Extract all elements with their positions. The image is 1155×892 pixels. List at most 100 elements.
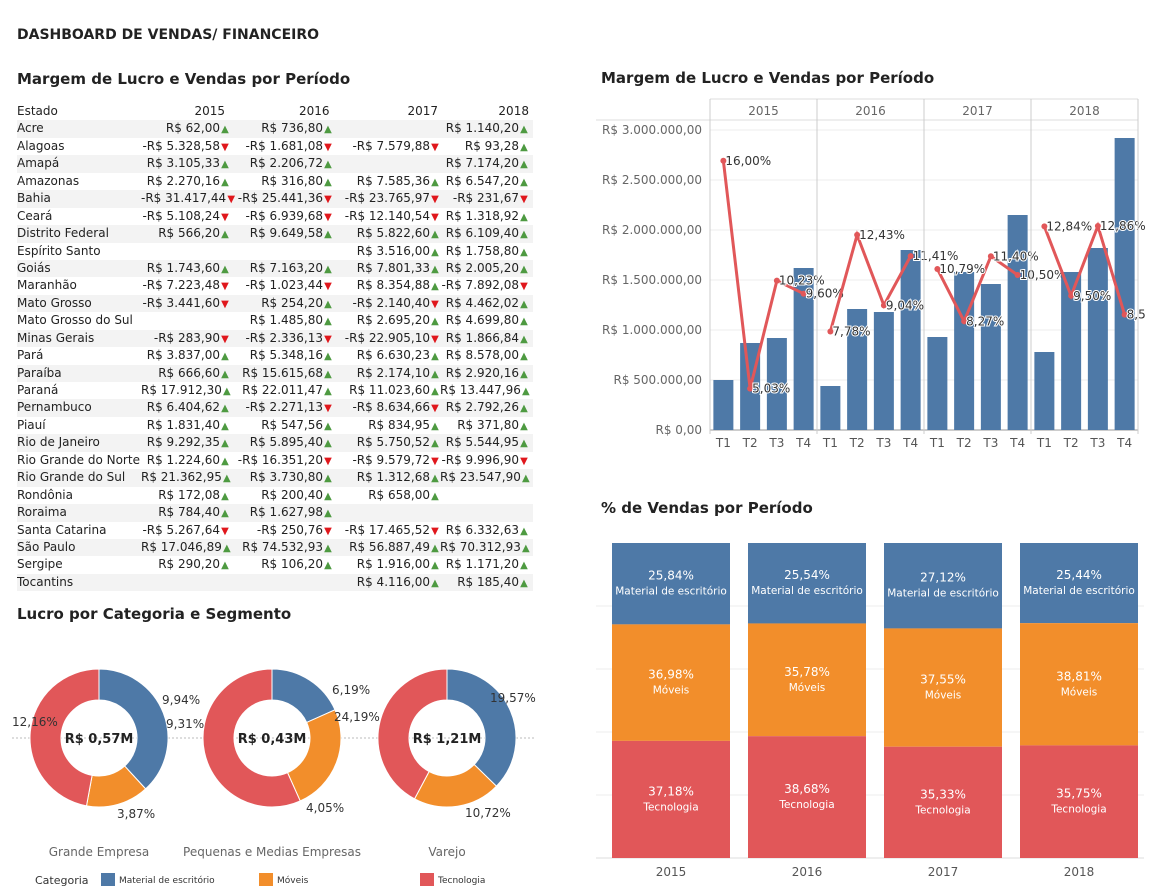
value-text: R$ 834,95 (368, 417, 430, 432)
state-cell: Paraná (17, 383, 59, 397)
quarter-label: T4 (1116, 436, 1132, 450)
stack-category-label: Tecnologia (1050, 804, 1106, 816)
value-cell: R$ 4.462,02▲ (440, 295, 529, 312)
value-cell: R$ 11.023,60▲ (333, 382, 440, 399)
table-row: Minas Gerais -R$ 283,90▼ -R$ 2.336,13▼ -R$ … (17, 329, 533, 348)
value-text: -R$ 2.336,13 (245, 330, 323, 345)
value-cell: R$ 6.547,20▲ (440, 173, 529, 190)
up-arrow-icon: ▲ (431, 263, 439, 275)
value-cell: R$ 3.105,33▲ (141, 155, 230, 172)
value-cell: -R$ 2.271,13▼ (230, 399, 333, 416)
margin-label: 7,78% (832, 324, 870, 338)
table-row: Rio Grande do Norte R$ 1.224,60▲ -R$ 16.35… (17, 452, 533, 469)
state-cell: Rio Grande do Norte (17, 452, 140, 467)
up-arrow-icon: ▲ (324, 420, 332, 432)
value-cell: -R$ 1.023,44▼ (230, 277, 333, 294)
value-text: R$ 15.615,68 (242, 365, 323, 380)
up-arrow-icon: ▲ (221, 263, 229, 275)
down-arrow-icon: ▼ (520, 455, 528, 467)
table-row: Distrito Federal R$ 566,20▲ R$ 9.649,58▲ R$… (17, 225, 533, 243)
value-cell (141, 243, 230, 260)
value-text: R$ 200,40 (261, 487, 323, 502)
donut-label: 24,19% (334, 710, 380, 724)
up-arrow-icon: ▲ (221, 124, 229, 136)
value-text: R$ 17.046,89 (141, 539, 222, 554)
value-text: R$ 1.866,84 (445, 330, 519, 345)
value-cell: -R$ 5.108,24▼ (141, 208, 230, 225)
value-text: R$ 547,56 (261, 417, 323, 432)
stack-category-label: Material de escritório (751, 585, 863, 597)
sales-bar (873, 312, 894, 430)
stack-segment (1020, 543, 1138, 624)
stack-category-label: Móveis (925, 690, 962, 702)
margin-line (828, 230, 912, 332)
sales-bar (1087, 248, 1108, 430)
value-text: R$ 1.485,80 (249, 313, 323, 328)
value-cell: R$ 658,00▲ (333, 487, 440, 504)
state-cell: Ceará (17, 208, 53, 223)
value-text: R$ 2.005,20 (445, 260, 519, 275)
value-text: R$ 5.348,16 (249, 348, 323, 363)
value-cell: R$ 1.318,92▲ (440, 208, 529, 225)
value-text: R$ 2.270,16 (146, 173, 220, 188)
up-arrow-icon: ▲ (431, 490, 439, 502)
stack-pct-label: 27,12% (920, 571, 966, 585)
up-arrow-icon: ▲ (431, 368, 439, 380)
stack-segment (748, 736, 866, 858)
value-text: -R$ 25.441,36 (237, 191, 323, 206)
up-arrow-icon: ▲ (221, 176, 229, 188)
donut-slice (446, 668, 517, 787)
value-text: R$ 1.224,60 (146, 452, 220, 467)
value-cell: R$ 5.822,60▲ (333, 225, 440, 242)
value-text: R$ 7.585,36 (356, 173, 430, 188)
up-arrow-icon: ▲ (431, 281, 439, 293)
value-text: -R$ 7.892,08 (441, 278, 519, 293)
stack-segment (1020, 623, 1138, 746)
stack-segment (884, 628, 1002, 747)
stack-category-label: Material de escritório (1023, 585, 1135, 597)
value-text: -R$ 7.579,88 (352, 138, 430, 153)
value-text: R$ 2.792,26 (445, 400, 519, 415)
value-cell: R$ 1.485,80▲ (230, 312, 333, 329)
donut-label: 6,19% (332, 683, 370, 697)
value-cell: R$ 1.171,20▲ (440, 556, 529, 573)
table-row: Amapá R$ 3.105,33▲ R$ 2.206,72▲ R$ 7.174,20… (17, 155, 533, 173)
value-cell: -R$ 17.465,52▼ (333, 522, 440, 539)
stack-pct-label: 35,75% (1056, 787, 1102, 801)
value-text: R$ 2.920,16 (445, 365, 519, 380)
table-row: Roraima R$ 784,40▲ R$ 1.627,98▲ (17, 504, 533, 522)
value-text: -R$ 5.328,58 (142, 138, 220, 153)
stack-segment (612, 740, 730, 858)
profit-table: Estado 2015 2016 2017 2018 Acre R$ 62,00▲ R$ 73… (17, 103, 533, 592)
y-tick-label: R$ 3.000.000,00 (602, 123, 702, 137)
margin-label: 8,59% (1127, 308, 1146, 322)
table-row: Piauí R$ 1.831,40▲ R$ 547,56▲ R$ 834,95▲ R$ … (17, 417, 533, 434)
value-text: R$ 254,20 (261, 295, 323, 310)
stack-segment (612, 543, 730, 625)
up-arrow-icon: ▲ (522, 386, 530, 397)
value-text: R$ 8.578,00 (445, 348, 519, 363)
margin-label: 16,00% (725, 154, 771, 168)
down-arrow-icon: ▼ (221, 298, 229, 310)
value-text: -R$ 23.765,97 (344, 191, 430, 206)
down-arrow-icon: ▼ (520, 281, 528, 293)
legend-swatch (101, 873, 115, 886)
state-cell: Minas Gerais (17, 330, 95, 345)
value-cell: R$ 2.206,72▲ (230, 155, 333, 172)
value-text: R$ 1.758,80 (445, 243, 519, 258)
value-cell (141, 574, 230, 591)
value-text: -R$ 250,76 (256, 522, 323, 537)
down-arrow-icon: ▼ (221, 525, 229, 537)
value-text: R$ 23.547,90 (440, 470, 521, 485)
value-cell: R$ 3.730,80▲ (230, 469, 333, 486)
value-text: R$ 316,80 (261, 173, 323, 188)
up-arrow-icon: ▲ (324, 542, 332, 554)
margin-label: 5,03% (752, 382, 790, 396)
value-text: -R$ 31.417,44 (141, 191, 227, 206)
margin-label: 9,50% (1073, 289, 1111, 303)
value-text: R$ 11.023,60 (349, 383, 430, 397)
margin-label: 10,50% (1020, 268, 1066, 282)
down-arrow-icon: ▼ (324, 455, 332, 467)
state-cell: Rondônia (17, 487, 73, 502)
sales-bar (927, 337, 948, 430)
